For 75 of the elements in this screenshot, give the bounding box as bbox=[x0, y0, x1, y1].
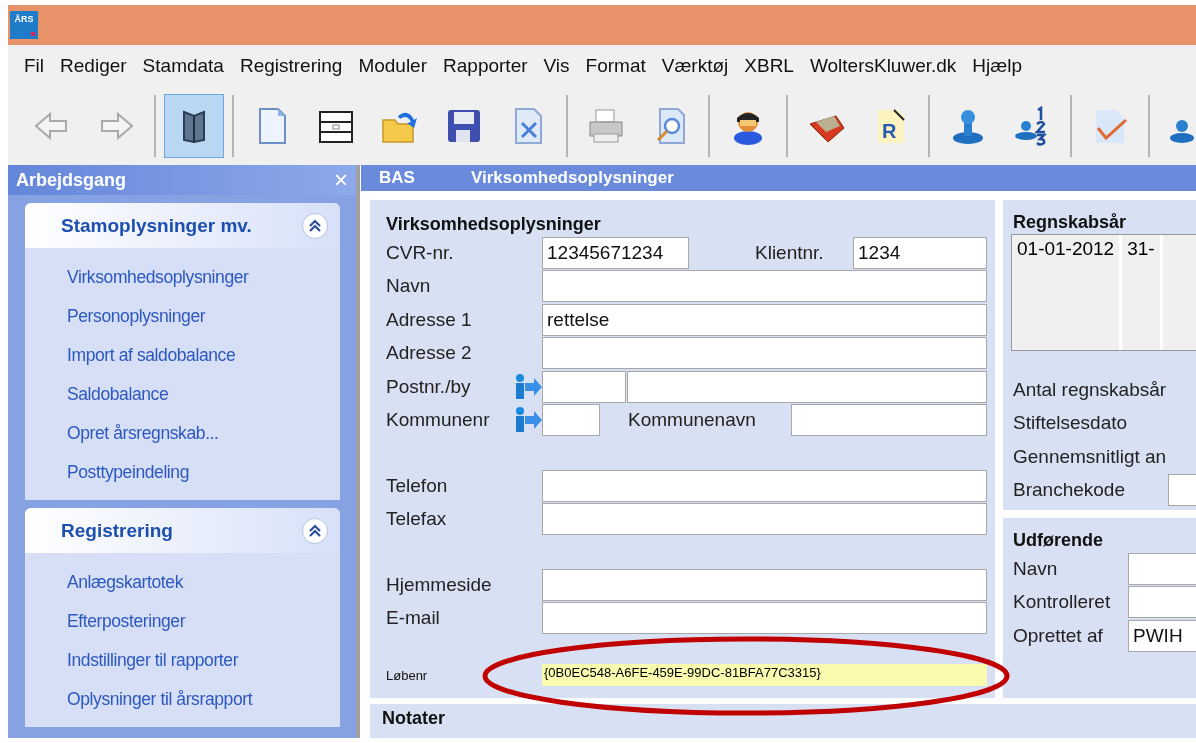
book-button[interactable] bbox=[164, 94, 224, 158]
menu-item[interactable]: Vis bbox=[535, 51, 578, 81]
module-label: BAS bbox=[378, 168, 416, 188]
text-field[interactable] bbox=[542, 337, 987, 370]
menu-item[interactable]: Stamdata bbox=[134, 51, 232, 81]
fiscal-year-list[interactable]: 01-01-2012 31- bbox=[1011, 234, 1196, 351]
text-field[interactable] bbox=[542, 270, 987, 303]
menu-item[interactable]: Rapporter bbox=[435, 51, 536, 81]
text-field[interactable] bbox=[542, 370, 626, 403]
text-field[interactable] bbox=[542, 568, 987, 601]
printer-icon bbox=[586, 106, 626, 146]
list-cell: 01-01-2012 bbox=[1012, 235, 1123, 350]
field-label: CVR-nr. bbox=[386, 241, 455, 264]
serial-field[interactable]: {0B0EC548-A6FE-459E-99DC-81BFA77C3315} bbox=[542, 664, 987, 686]
task-link[interactable]: Personoplysninger bbox=[67, 297, 340, 336]
menu-item[interactable]: Registrering bbox=[231, 51, 351, 81]
group-title: Stamoplysninger mv. bbox=[61, 214, 252, 237]
field-label: Kommunenr bbox=[386, 409, 491, 432]
task-link[interactable]: Oplysninger til årsrapport bbox=[67, 680, 340, 719]
list-cell: 31- bbox=[1122, 235, 1163, 350]
field-label: Gennemsnitligt an bbox=[1013, 444, 1168, 469]
text-field[interactable]: PWIH bbox=[1128, 619, 1196, 652]
app-logo-icon: ÅRS bbox=[10, 11, 38, 39]
group-title: Registrering bbox=[61, 519, 173, 542]
section-title: Notater bbox=[382, 708, 445, 729]
field-label: Løbenr bbox=[386, 667, 429, 683]
menu-item[interactable]: Fil bbox=[16, 51, 53, 81]
panel-title: Arbejdsgang bbox=[16, 169, 126, 191]
text-field[interactable] bbox=[542, 404, 600, 437]
field-label: Navn bbox=[386, 275, 432, 298]
task-link[interactable]: Efterposteringer bbox=[67, 602, 340, 641]
text-field[interactable] bbox=[542, 602, 987, 635]
text-field[interactable]: rettelse bbox=[542, 303, 987, 336]
task-link[interactable]: Anlægskartotek bbox=[67, 563, 340, 602]
menu-item[interactable]: Hjælp bbox=[964, 51, 1030, 81]
text-field[interactable] bbox=[542, 503, 987, 536]
text-field[interactable] bbox=[627, 370, 987, 403]
field-label: Branchekode bbox=[1013, 479, 1126, 502]
task-link[interactable]: Saldobalance bbox=[67, 375, 340, 414]
collapse-button[interactable] bbox=[302, 212, 328, 239]
document-title: Virksomhedsoplysninger bbox=[471, 168, 674, 188]
field-label: Antal regnskabsår bbox=[1013, 377, 1168, 402]
task-link[interactable]: Indstillinger til rapporter bbox=[67, 641, 340, 680]
text-field[interactable] bbox=[542, 469, 987, 502]
field-label: Oprettet af bbox=[1013, 624, 1104, 647]
field-label: Telefon bbox=[386, 474, 449, 497]
menu-item[interactable]: WoltersKluwer.dk bbox=[801, 51, 965, 81]
text-field[interactable]: 1234 bbox=[853, 236, 987, 269]
menu-item[interactable]: XBRL bbox=[736, 51, 802, 81]
field-label: Postnr./by bbox=[386, 375, 472, 398]
text-field[interactable] bbox=[791, 404, 987, 437]
menu-item[interactable]: Moduler bbox=[350, 51, 436, 81]
task-link[interactable]: Posttypeindeling bbox=[67, 453, 340, 492]
task-link[interactable]: Import af saldobalance bbox=[67, 336, 340, 375]
field-label: Adresse 2 bbox=[386, 342, 473, 365]
field-label: Klientnr. bbox=[755, 241, 825, 264]
field-label: Stiftelsesdato bbox=[1013, 411, 1129, 436]
collapse-button[interactable] bbox=[302, 517, 328, 544]
field-label: Hjemmeside bbox=[386, 573, 493, 596]
text-field[interactable]: 12345671234 bbox=[542, 236, 689, 269]
section-title: Virksomhedsoplysninger bbox=[386, 214, 602, 236]
menu-item[interactable]: Format bbox=[577, 51, 654, 81]
field-label: E-mail bbox=[386, 607, 441, 630]
task-link[interactable]: Virksomhedsoplysninger bbox=[67, 258, 340, 297]
report-button[interactable]: R bbox=[860, 94, 920, 158]
task-link[interactable]: Opret årsregnskab... bbox=[67, 414, 340, 453]
section-title: Regnskabsår bbox=[1013, 212, 1128, 234]
field-label: Kontrolleret bbox=[1013, 591, 1112, 614]
field-label: Kommunenavn bbox=[628, 409, 757, 432]
menu-item[interactable]: Værktøj bbox=[653, 51, 737, 81]
field-label: Adresse 1 bbox=[386, 308, 473, 331]
field-label: Navn bbox=[1013, 557, 1059, 580]
field-label: Telefax bbox=[386, 508, 448, 531]
section-title: Udførende bbox=[1013, 530, 1104, 552]
menu-item[interactable]: Rediger bbox=[52, 51, 135, 81]
